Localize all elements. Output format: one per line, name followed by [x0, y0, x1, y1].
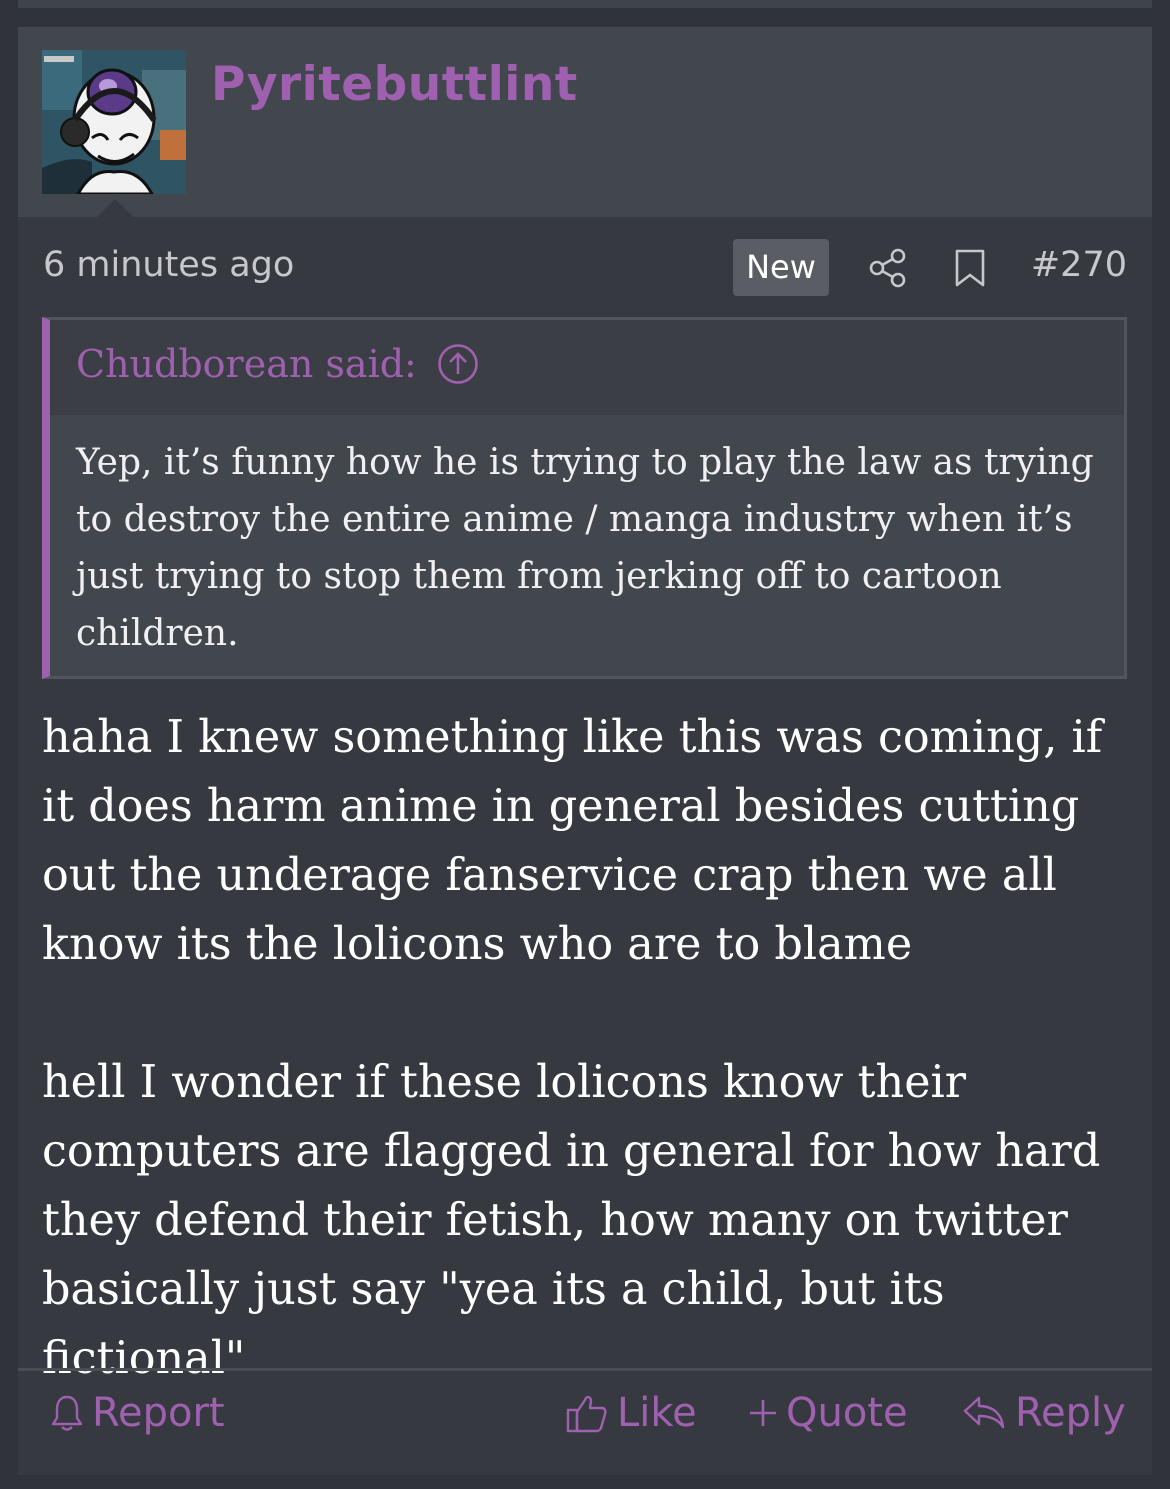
quote-button[interactable]: Quote: [748, 1387, 908, 1439]
avatar-image: [42, 50, 186, 194]
footer-divider: [18, 1368, 1152, 1371]
report-button[interactable]: Report: [50, 1387, 225, 1439]
share-icon[interactable]: [868, 247, 908, 289]
plus-icon: [750, 1400, 776, 1426]
quote-text: Yep, it’s funny how he is trying to play…: [76, 442, 1094, 654]
message-paragraph: haha I knew something like this was comi…: [42, 712, 1103, 970]
report-label: Report: [92, 1390, 225, 1436]
reply-label: Reply: [1015, 1390, 1126, 1436]
forum-post: Pyritebuttlint 6 minutes ago New #270 Ch…: [18, 27, 1152, 1475]
header-pointer: [97, 199, 133, 217]
username-link[interactable]: Pyritebuttlint: [211, 57, 578, 112]
new-badge: New: [733, 239, 829, 296]
message-paragraph: hell I wonder if these lolicons know the…: [42, 1057, 1101, 1384]
post-user-header: Pyritebuttlint: [18, 27, 1152, 217]
reply-arrow-icon: [963, 1396, 1005, 1429]
previous-post-edge: [18, 0, 1152, 8]
bell-icon: [51, 1395, 83, 1431]
quote-attribution[interactable]: Chudborean said:: [76, 342, 479, 386]
avatar[interactable]: [42, 50, 186, 194]
arrow-up-circle-icon[interactable]: [437, 343, 479, 385]
reply-button[interactable]: Reply: [961, 1387, 1126, 1439]
post-number-link[interactable]: #270: [1031, 245, 1127, 285]
like-button[interactable]: Like: [565, 1387, 697, 1439]
quote-author-label: Chudborean said:: [76, 342, 417, 386]
quote-label: Quote: [786, 1390, 908, 1436]
post-timestamp[interactable]: 6 minutes ago: [43, 245, 294, 285]
like-label: Like: [617, 1390, 697, 1436]
quote-header: Chudborean said:: [50, 320, 1124, 415]
post-message: haha I knew something like this was comi…: [42, 703, 1132, 1462]
bookmark-icon[interactable]: [954, 248, 986, 288]
quote-block: Chudborean said: Yep, it’s funny how he …: [42, 317, 1127, 679]
thumbs-up-icon: [566, 1395, 607, 1433]
